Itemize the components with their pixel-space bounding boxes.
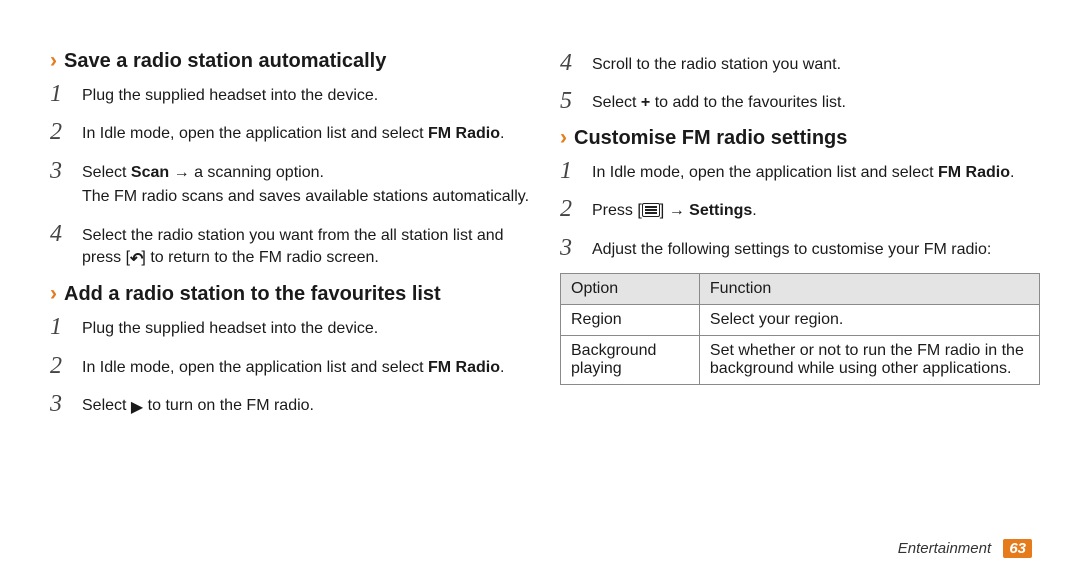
step: Scroll to the radio station you want.	[560, 50, 1040, 78]
menu-icon	[642, 203, 660, 218]
step-text: to turn on the FM radio.	[143, 397, 314, 414]
step-text: In Idle mode, open the application list …	[592, 164, 938, 181]
step-text: Plug the supplied headset into the devic…	[82, 87, 378, 104]
step-text: Select	[592, 94, 641, 111]
step: In Idle mode, open the application list …	[560, 158, 1040, 186]
steps-add-favourite-cont: Scroll to the radio station you want. Se…	[560, 50, 1040, 117]
step-text: ] →	[660, 202, 689, 219]
play-icon: ▶	[131, 397, 143, 419]
heading-save-station: › Save a radio station automatically	[50, 50, 530, 73]
step-text: Plug the supplied headset into the devic…	[82, 320, 378, 337]
step-aux: The FM radio scans and saves available s…	[82, 186, 530, 208]
table-row: Background playing Set whether or not to…	[561, 335, 1040, 384]
step-text: Select	[82, 164, 131, 181]
table-cell-option: Background playing	[561, 335, 700, 384]
table-header-row: Option Function	[561, 273, 1040, 304]
table-cell-function: Select your region.	[699, 304, 1039, 335]
step-text: Select	[82, 397, 131, 414]
steps-customise-settings: In Idle mode, open the application list …	[560, 158, 1040, 263]
step-text: → a scanning option.	[169, 164, 324, 181]
right-column: Scroll to the radio station you want. Se…	[560, 50, 1040, 432]
step-text: .	[1010, 164, 1014, 181]
step-text: ] to return to the FM radio screen.	[141, 249, 378, 266]
steps-add-favourite: Plug the supplied headset into the devic…	[50, 314, 530, 421]
step-text: Adjust the following settings to customi…	[592, 241, 991, 258]
step-bold: +	[641, 94, 650, 111]
chevron-icon: ›	[560, 127, 566, 148]
chevron-icon: ›	[50, 50, 56, 71]
left-column: › Save a radio station automatically Plu…	[50, 50, 530, 432]
step-text: .	[500, 359, 504, 376]
step: Select the radio station you want from t…	[50, 221, 530, 274]
step: In Idle mode, open the application list …	[50, 119, 530, 147]
footer-page-number: 63	[1003, 539, 1032, 558]
heading-text: Save a radio station automatically	[64, 50, 386, 73]
step-text: .	[500, 125, 504, 142]
table-row: Region Select your region.	[561, 304, 1040, 335]
step-bold: FM Radio	[428, 125, 500, 142]
footer-section: Entertainment	[898, 540, 991, 557]
back-icon: ↶	[130, 249, 141, 271]
step-text: In Idle mode, open the application list …	[82, 359, 428, 376]
heading-text: Customise FM radio settings	[574, 127, 847, 150]
page-footer: Entertainment 63	[898, 539, 1032, 558]
step-bold: Settings	[689, 202, 752, 219]
step-bold: FM Radio	[938, 164, 1010, 181]
step-text: In Idle mode, open the application list …	[82, 125, 428, 142]
step-bold: Scan	[131, 164, 169, 181]
step: Plug the supplied headset into the devic…	[50, 314, 530, 342]
step: Plug the supplied headset into the devic…	[50, 81, 530, 109]
table-cell-option: Region	[561, 304, 700, 335]
heading-add-favourite: › Add a radio station to the favourites …	[50, 283, 530, 306]
heading-text: Add a radio station to the favourites li…	[64, 283, 441, 306]
step: In Idle mode, open the application list …	[50, 353, 530, 381]
settings-table: Option Function Region Select your regio…	[560, 273, 1040, 385]
step-text: .	[752, 202, 756, 219]
table-header-option: Option	[561, 273, 700, 304]
step: Select ▶ to turn on the FM radio.	[50, 391, 530, 421]
step-bold: FM Radio	[428, 359, 500, 376]
steps-save-station: Plug the supplied headset into the devic…	[50, 81, 530, 273]
step: Select Scan → a scanning option. The FM …	[50, 158, 530, 211]
step: Press [ ] → Settings.	[560, 196, 1040, 224]
chevron-icon: ›	[50, 283, 56, 304]
table-header-function: Function	[699, 273, 1039, 304]
table-cell-function: Set whether or not to run the FM radio i…	[699, 335, 1039, 384]
step-text: to add to the favourites list.	[650, 94, 846, 111]
step: Adjust the following settings to customi…	[560, 235, 1040, 263]
step-text: Scroll to the radio station you want.	[592, 56, 841, 73]
step: Select + to add to the favourites list.	[560, 88, 1040, 116]
step-text: Press [	[592, 202, 642, 219]
heading-customise-settings: › Customise FM radio settings	[560, 127, 1040, 150]
